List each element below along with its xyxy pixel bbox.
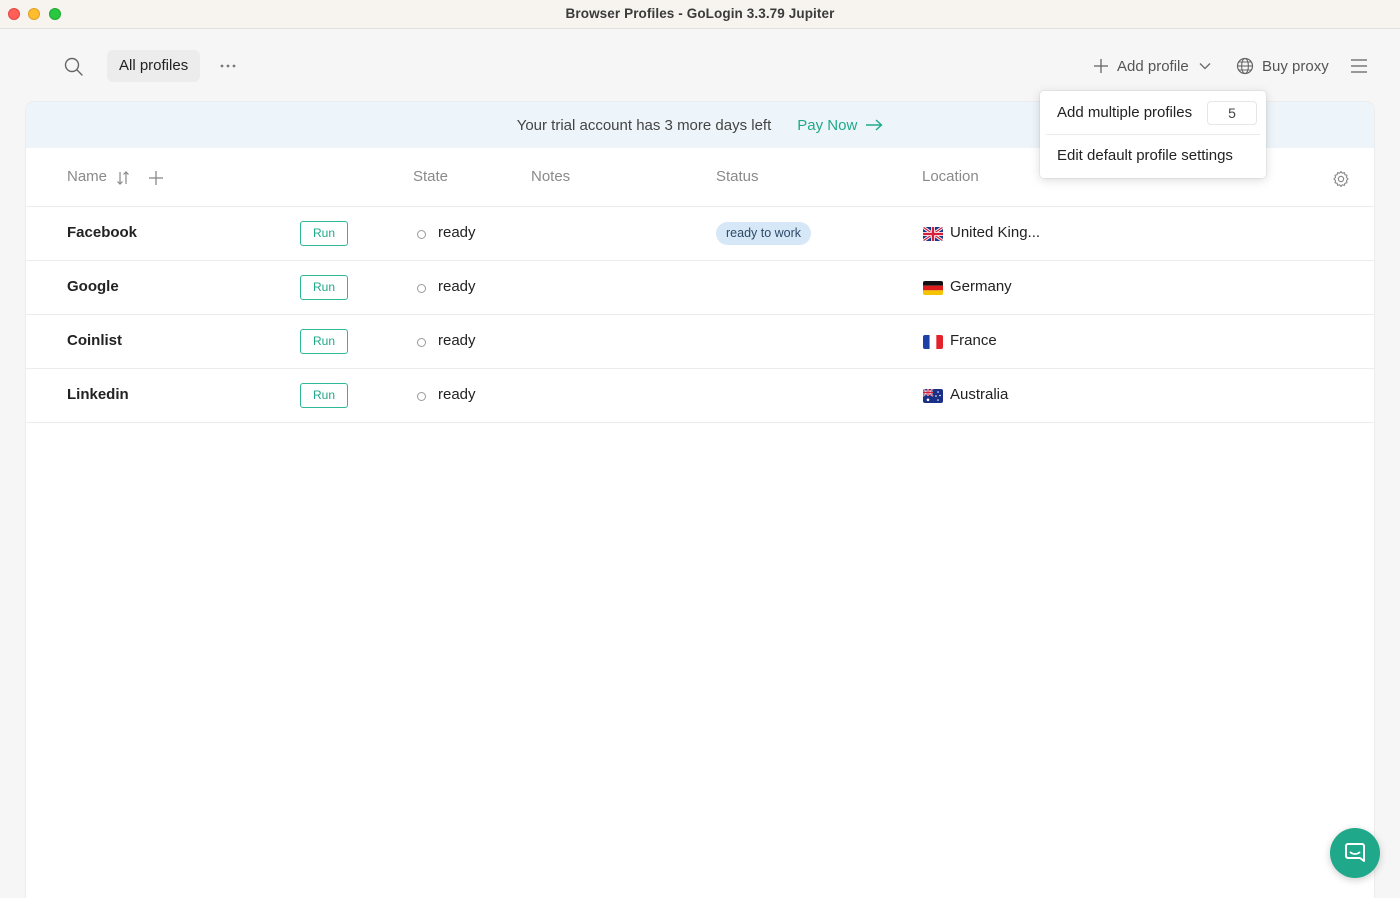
edit-default-settings-item[interactable]: Edit default profile settings (1057, 147, 1233, 164)
profile-name[interactable]: Google (67, 278, 119, 295)
state-text: ready (438, 224, 476, 241)
state-indicator-icon (417, 284, 426, 293)
table-row[interactable]: Google Run ready Germany (26, 261, 1374, 315)
column-header-notes[interactable]: Notes (531, 168, 570, 185)
state-indicator-icon (417, 338, 426, 347)
run-button[interactable]: Run (300, 275, 348, 300)
run-button[interactable]: Run (300, 221, 348, 246)
globe-icon (1236, 57, 1254, 75)
sort-icon[interactable] (116, 170, 130, 186)
run-button[interactable]: Run (300, 329, 348, 354)
add-multiple-profiles-item[interactable]: Add multiple profiles (1057, 104, 1192, 121)
state-indicator-icon (417, 230, 426, 239)
column-header-location[interactable]: Location (922, 168, 979, 185)
uk-flag-icon (923, 227, 943, 241)
chat-support-button[interactable] (1330, 828, 1380, 878)
hamburger-menu-icon[interactable] (1350, 58, 1368, 74)
buy-proxy-button[interactable]: Buy proxy (1236, 54, 1329, 78)
plus-icon (1094, 59, 1108, 73)
column-header-status[interactable]: Status (716, 168, 759, 185)
state-text: ready (438, 278, 476, 295)
arrow-right-icon (866, 119, 883, 131)
pay-now-label: Pay Now (797, 116, 858, 134)
location-text: Germany (950, 278, 1012, 295)
location-text: Australia (950, 386, 1009, 403)
chevron-down-icon[interactable] (1199, 62, 1211, 70)
add-profile-dropdown: Add multiple profiles 5 Edit default pro… (1040, 91, 1266, 178)
window-title: Browser Profiles - GoLogin 3.3.79 Jupite… (565, 6, 835, 21)
add-profile-button[interactable]: Add profile (1093, 54, 1211, 78)
window-titlebar: Browser Profiles - GoLogin 3.3.79 Jupite… (0, 0, 1400, 29)
de-flag-icon (923, 281, 943, 295)
column-header-state[interactable]: State (413, 168, 448, 185)
state-text: ready (438, 332, 476, 349)
fr-flag-icon (923, 335, 943, 349)
profiles-panel: Your trial account has 3 more days left … (26, 102, 1374, 898)
add-column-plus-icon[interactable] (148, 170, 164, 186)
table-row[interactable]: Facebook Run ready ready to work United … (26, 207, 1374, 261)
state-indicator-icon (417, 392, 426, 401)
dropdown-divider (1046, 134, 1260, 135)
add-profile-label: Add profile (1117, 57, 1189, 75)
profile-name[interactable]: Linkedin (67, 386, 129, 403)
table-row[interactable]: Linkedin Run ready Australia (26, 369, 1374, 423)
state-text: ready (438, 386, 476, 403)
trial-message: Your trial account has 3 more days left (516, 116, 772, 134)
au-flag-icon (923, 389, 943, 403)
location-text: United King... (950, 224, 1041, 241)
run-button[interactable]: Run (300, 383, 348, 408)
chat-icon (1345, 843, 1365, 862)
search-icon[interactable] (63, 56, 85, 78)
profile-count-input[interactable]: 5 (1207, 101, 1257, 125)
location-text: France (950, 332, 997, 349)
buy-proxy-label: Buy proxy (1262, 57, 1329, 75)
profile-name[interactable]: Facebook (67, 224, 137, 241)
all-profiles-folder-button[interactable]: All profiles (107, 50, 201, 82)
more-options-icon[interactable] (218, 58, 238, 74)
gear-icon[interactable] (1332, 170, 1350, 188)
column-header-name[interactable]: Name (67, 168, 107, 185)
pay-now-link[interactable]: Pay Now (797, 117, 883, 134)
status-badge[interactable]: ready to work (716, 222, 812, 245)
table-row[interactable]: Coinlist Run ready France (26, 315, 1374, 369)
profile-name[interactable]: Coinlist (67, 332, 122, 349)
